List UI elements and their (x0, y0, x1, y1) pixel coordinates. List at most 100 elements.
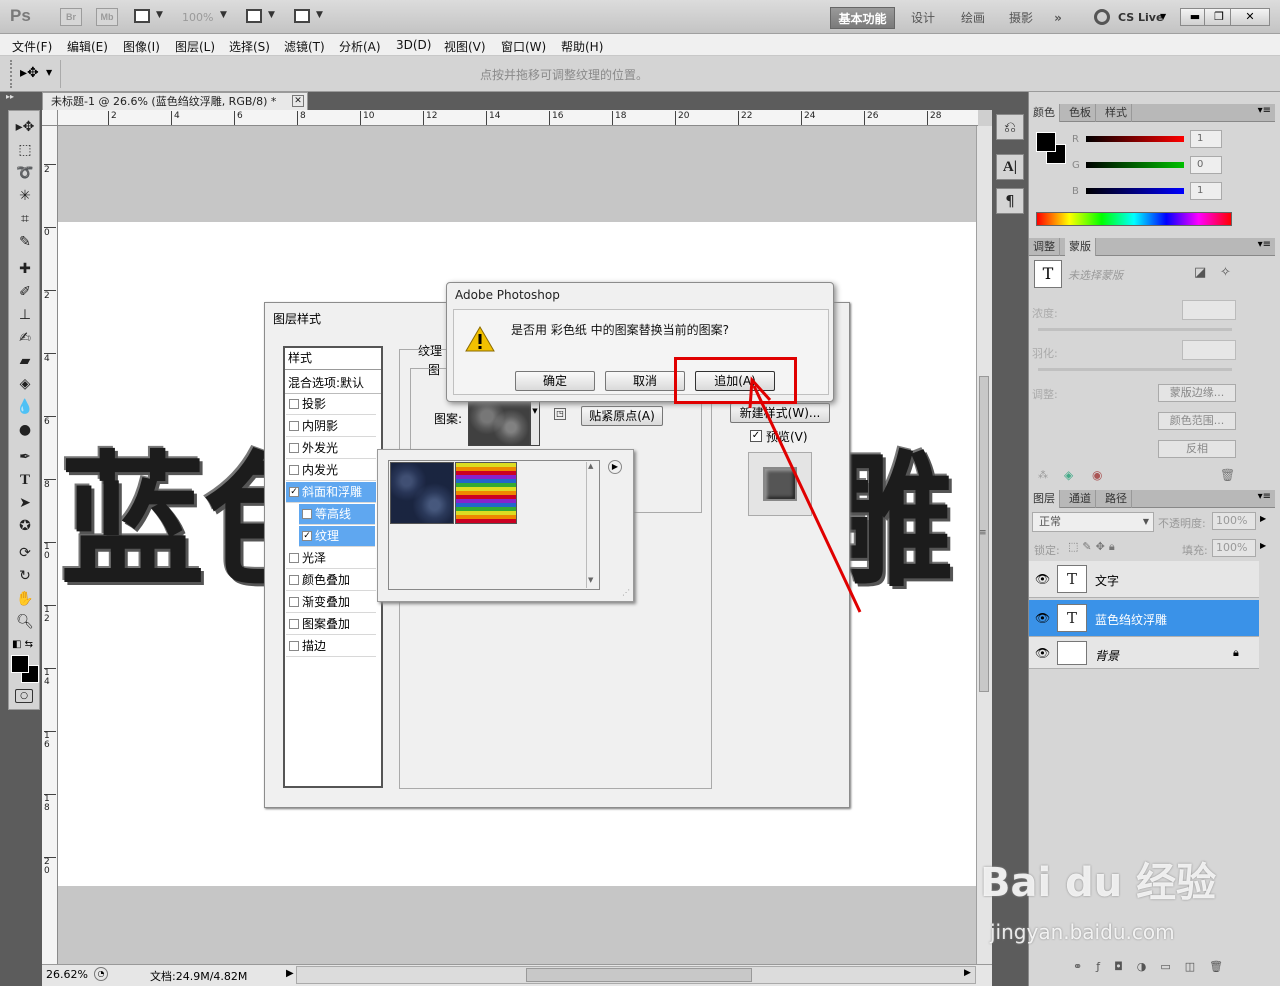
mini-bridge-button[interactable]: Mb (96, 8, 118, 26)
style-item[interactable]: 颜色叠加 (286, 570, 376, 591)
move-tool-icon[interactable]: ▸✥ (13, 117, 37, 137)
layer-row[interactable]: 👁︎ 背景 🔒︎ (1029, 637, 1259, 669)
close-icon[interactable]: ✕ (292, 95, 304, 107)
density-field[interactable] (1182, 300, 1236, 320)
menu-select[interactable]: 选择(S) (229, 38, 270, 55)
picker-menu-icon[interactable]: ▶ (608, 460, 622, 474)
feather-field[interactable] (1182, 340, 1236, 360)
healing-brush-icon[interactable]: ✚ (13, 259, 37, 279)
move-tool-icon[interactable]: ▸✥ (20, 65, 39, 81)
crop-tool-icon[interactable]: ⌗ (13, 209, 37, 229)
visibility-eye-icon[interactable]: 👁︎ (1035, 611, 1050, 625)
style-checkbox[interactable]: ✓ (302, 531, 312, 541)
style-item[interactable]: 内发光 (286, 460, 376, 481)
blue-value-field[interactable]: 1 (1190, 182, 1222, 200)
style-checkbox[interactable] (289, 553, 299, 563)
pattern-swatch[interactable] (468, 400, 530, 446)
3d-rotate-icon[interactable]: ⟳ (13, 543, 37, 563)
character-icon[interactable]: A| (996, 154, 1024, 180)
pixel-mask-icon[interactable]: ◪ (1194, 265, 1206, 280)
tab-adjustments[interactable]: 调整 (1029, 238, 1060, 256)
snap-origin-button[interactable]: 贴紧原点(A) (581, 406, 663, 426)
menu-3d[interactable]: 3D(D) (396, 38, 431, 52)
vector-mask-icon[interactable]: ✧ (1220, 265, 1231, 280)
menu-image[interactable]: 图像(I) (123, 38, 160, 55)
red-value-field[interactable]: 1 (1190, 130, 1222, 148)
style-checkbox[interactable] (302, 509, 312, 519)
workspace-design[interactable]: 设计 (900, 7, 946, 29)
style-checkbox[interactable] (289, 399, 299, 409)
vertical-ruler[interactable]: 2 0 2 4 6 8 1 0 1 2 1 4 1 6 1 8 2 0 (42, 126, 58, 964)
tab-styles[interactable]: 样式 (1101, 104, 1132, 122)
pattern-list-scrollbar[interactable] (586, 462, 598, 588)
style-item[interactable]: 图案叠加 (286, 614, 376, 635)
blur-tool-icon[interactable]: 💧 (13, 397, 37, 417)
new-preset-icon[interactable]: ◳ (554, 408, 566, 420)
panel-menu-icon[interactable]: ▾≡ (1258, 239, 1271, 250)
menu-window[interactable]: 窗口(W) (501, 38, 546, 55)
layer-name[interactable]: 背景 (1095, 647, 1119, 664)
menu-layer[interactable]: 图层(L) (175, 38, 215, 55)
style-checkbox[interactable] (289, 597, 299, 607)
panel-menu-icon[interactable]: ▾≡ (1258, 105, 1271, 116)
load-selection-icon[interactable]: ⁂ (1038, 470, 1048, 481)
lasso-tool-icon[interactable]: ➰ (13, 163, 37, 183)
close-icon[interactable]: ✕ (1230, 8, 1270, 26)
default-colors-icon[interactable]: ◧ ⇆ (12, 639, 33, 650)
style-item[interactable]: ✓ 斜面和浮雕 (286, 482, 376, 503)
workspace-essentials[interactable]: 基本功能 (830, 7, 895, 29)
bridge-button[interactable]: Br (60, 8, 82, 26)
layer-name[interactable]: 蓝色绉纹浮雕 (1095, 611, 1167, 628)
foreground-color-swatch[interactable] (1036, 132, 1056, 152)
style-checkbox[interactable]: ✓ (289, 487, 299, 497)
type-tool-icon[interactable]: T (13, 470, 37, 490)
workspace-painting[interactable]: 绘画 (950, 7, 996, 29)
arrow-right-icon[interactable]: ▶ (1260, 541, 1266, 550)
menu-analysis[interactable]: 分析(A) (339, 38, 381, 55)
chevron-down-icon[interactable]: ▼ (588, 576, 593, 584)
pattern-thumb-bubbles[interactable] (390, 462, 454, 524)
style-item[interactable]: 描边 (286, 636, 376, 657)
style-checkbox[interactable] (289, 443, 299, 453)
color-spectrum-bar[interactable] (1036, 212, 1232, 226)
invert-button[interactable]: 反相 (1158, 440, 1236, 458)
style-checkbox[interactable] (289, 465, 299, 475)
apply-mask-icon[interactable]: ◈ (1064, 468, 1073, 482)
history-icon[interactable]: ⎌ (996, 114, 1024, 140)
zoom-tool-icon[interactable]: 🔍︎ (13, 612, 37, 632)
delete-mask-icon[interactable]: 🗑︎ (1220, 468, 1235, 482)
style-checkbox[interactable] (289, 641, 299, 651)
panel-menu-icon[interactable]: ▾≡ (1258, 491, 1271, 502)
horizontal-ruler[interactable]: 2 4 6 8 10 12 14 16 18 20 22 24 26 28 (58, 110, 978, 126)
mask-edge-button[interactable]: 蒙版边缘... (1158, 384, 1236, 402)
green-value-field[interactable]: 0 (1190, 156, 1222, 174)
layers-footer-icons[interactable]: ⚭ƒ◘◑▭◫🗑︎ (1029, 960, 1279, 980)
resize-grip-icon[interactable]: ⋰ (622, 588, 630, 597)
more-workspaces-icon[interactable]: » (1046, 7, 1070, 29)
cancel-button[interactable]: 取消 (605, 371, 685, 391)
tab-channels[interactable]: 通道 (1065, 490, 1096, 508)
feather-slider[interactable] (1038, 368, 1232, 371)
tab-masks[interactable]: 蒙版 (1065, 238, 1096, 256)
opacity-field[interactable]: 100% (1212, 512, 1256, 530)
view-extras-icon[interactable] (134, 9, 150, 23)
workspace-photography[interactable]: 摄影 (998, 7, 1044, 29)
lock-icons[interactable]: ⬚✎✥🔒︎ (1068, 540, 1119, 554)
styles-header[interactable]: 样式 (285, 348, 381, 370)
status-menu-icon[interactable]: ▶ (286, 968, 294, 979)
zoom-field[interactable]: 26.62% (46, 968, 88, 981)
density-slider[interactable] (1038, 328, 1232, 331)
disable-mask-icon[interactable]: ◉ (1092, 468, 1102, 482)
path-select-icon[interactable]: ➤ (13, 493, 37, 513)
blend-mode-select[interactable]: 正常 ▼ (1032, 512, 1154, 532)
collapse-icon[interactable]: ▸▸ (6, 92, 42, 102)
eyedropper-icon[interactable]: ✎ (13, 232, 37, 252)
3d-orbit-icon[interactable]: ↻ (13, 566, 37, 586)
marquee-tool-icon[interactable]: ⬚ (13, 140, 37, 160)
arrow-right-icon[interactable]: ▶ (964, 968, 971, 978)
tab-paths[interactable]: 路径 (1101, 490, 1132, 508)
pen-tool-icon[interactable]: ✒ (13, 447, 37, 467)
ok-button[interactable]: 确定 (515, 371, 595, 391)
red-slider[interactable] (1086, 136, 1184, 142)
pattern-dropdown-arrow[interactable]: ▼ (530, 400, 540, 446)
